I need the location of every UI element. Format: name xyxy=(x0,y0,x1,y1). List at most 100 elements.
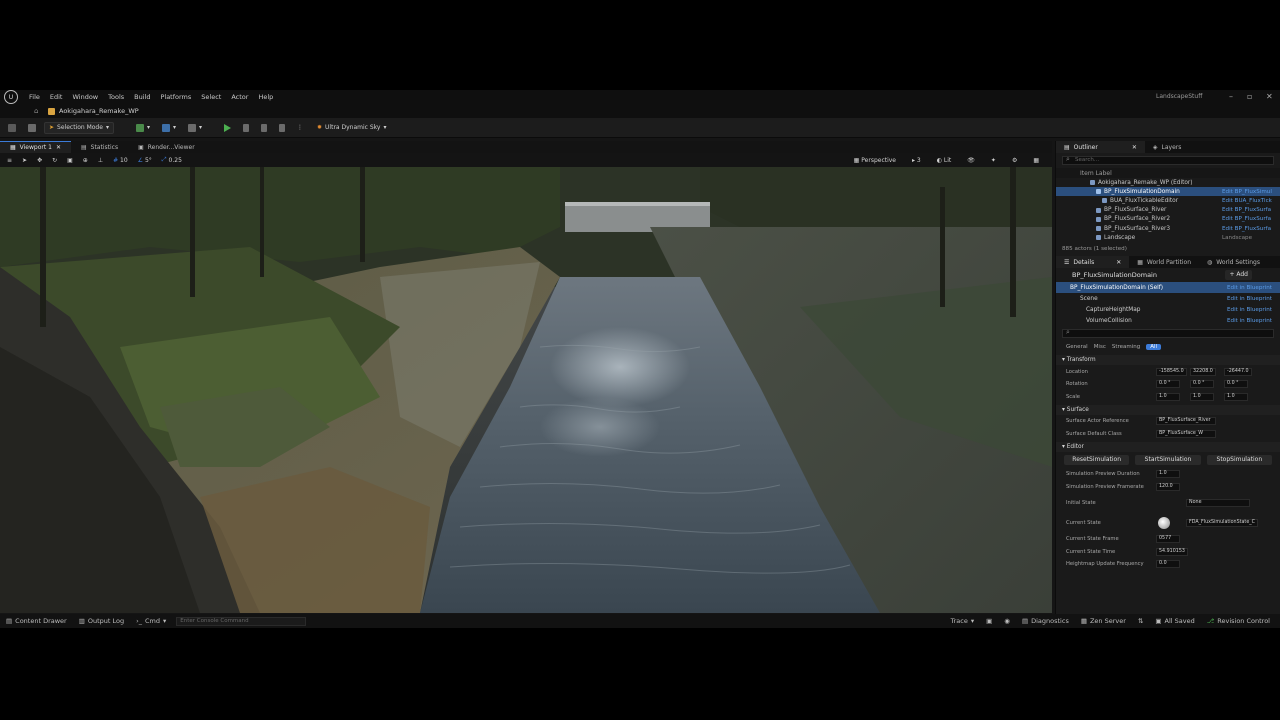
current-state-frame-field[interactable]: 0577 xyxy=(1156,535,1180,544)
world-local-icon[interactable]: ⊕ xyxy=(80,155,91,165)
unreal-logo-icon[interactable]: U xyxy=(4,90,18,104)
menu-edit[interactable]: Edit xyxy=(45,90,68,104)
outliner-row-world[interactable]: Aokigahara_Remake_WP (Editor) xyxy=(1056,178,1280,187)
cmd-dropdown[interactable]: ›_ Cmd ▾ xyxy=(130,617,172,625)
component-row[interactable]: CaptureHeightMap Edit in Blueprint xyxy=(1056,304,1280,315)
realtime-icon[interactable]: ✦ xyxy=(988,155,999,165)
show-flags-icon[interactable]: 👁 xyxy=(964,155,978,165)
location-x[interactable]: -158545.0 xyxy=(1156,367,1187,376)
menu-select[interactable]: Select xyxy=(196,90,226,104)
surface-actor-dropdown[interactable]: BP_FluxSurface_River xyxy=(1156,417,1216,426)
minimize-icon[interactable]: – xyxy=(1229,90,1233,104)
tab-layers[interactable]: ◈ Layers xyxy=(1145,141,1189,153)
details-search-input[interactable] xyxy=(1062,329,1274,339)
diagnostics-button[interactable]: ▤ Diagnostics xyxy=(1016,617,1075,625)
level-tab[interactable]: Aokigahara_Remake_WP xyxy=(48,107,139,115)
menu-build[interactable]: Build xyxy=(129,90,155,104)
menu-actor[interactable]: Actor xyxy=(226,90,253,104)
stop-simulation-button[interactable]: StopSimulation xyxy=(1206,454,1272,465)
location-y[interactable]: 32208.0 xyxy=(1190,367,1216,376)
section-editor[interactable]: ▾ Editor xyxy=(1056,441,1280,452)
filter-all[interactable]: All xyxy=(1146,344,1162,351)
filter-streaming[interactable]: Streaming xyxy=(1112,344,1140,350)
lit-dropdown[interactable]: ◐ Lit xyxy=(934,155,955,165)
blueprint-icon[interactable]: ▾ xyxy=(158,122,180,134)
tab-viewport-1[interactable]: ▦ Viewport 1 ✕ xyxy=(0,141,71,153)
all-saved-button[interactable]: ▣ All Saved xyxy=(1149,617,1200,625)
add-component-button[interactable]: + Add xyxy=(1225,270,1252,281)
close-tab-icon[interactable]: ✕ xyxy=(1132,144,1137,151)
initial-state-dropdown[interactable]: None xyxy=(1186,498,1250,507)
translate-tool-icon[interactable]: ✥ xyxy=(34,155,45,165)
menu-window[interactable]: Window xyxy=(67,90,103,104)
save-icon[interactable] xyxy=(4,122,20,134)
section-surface[interactable]: ▾ Surface xyxy=(1056,404,1280,415)
rotation-y[interactable]: 0.0 ° xyxy=(1190,380,1214,389)
maximize-icon[interactable]: ▫ xyxy=(1247,90,1252,104)
step-icon[interactable] xyxy=(239,122,253,134)
rotate-tool-icon[interactable]: ↻ xyxy=(49,155,60,165)
content-drawer-button[interactable]: ▤ Content Drawer xyxy=(0,617,73,625)
rotation-z[interactable]: 0.0 ° xyxy=(1224,380,1248,389)
close-icon[interactable]: ✕ xyxy=(1266,90,1273,104)
component-row[interactable]: Scene Edit in Blueprint xyxy=(1056,293,1280,304)
filter-misc[interactable]: Misc xyxy=(1094,344,1106,350)
home-icon[interactable]: ⌂ xyxy=(34,107,38,115)
tab-details[interactable]: ☰ Details ✕ xyxy=(1056,256,1130,269)
select-tool-icon[interactable]: ➤ xyxy=(19,155,30,165)
camera-icon[interactable]: ▣ xyxy=(980,617,998,625)
scale-tool-icon[interactable]: ▣ xyxy=(64,155,76,165)
console-command-input[interactable]: Enter Console Command xyxy=(176,616,307,626)
outliner-row-selected[interactable]: BP_FluxSimulationDomain Edit BP_FluxSimu… xyxy=(1056,187,1280,197)
component-row[interactable]: VolumeCollision Edit in Blueprint xyxy=(1056,315,1280,326)
scale-x[interactable]: 1.0 xyxy=(1156,392,1180,401)
filter-general[interactable]: General xyxy=(1066,344,1088,350)
tab-world-settings[interactable]: ◍ World Settings xyxy=(1199,256,1268,268)
tab-statistics[interactable]: ▤ Statistics xyxy=(71,141,128,153)
menu-platforms[interactable]: Platforms xyxy=(155,90,196,104)
preview-duration-field[interactable]: 1.0 xyxy=(1156,470,1180,479)
heightmap-frequency-field[interactable]: 0.0 xyxy=(1156,560,1180,569)
outliner-row[interactable]: BUA_FluxTickableEditor Edit BUA_FluxTick xyxy=(1056,196,1280,205)
outliner-row[interactable]: BP_FluxSurface_River2 Edit BP_FluxSurfa xyxy=(1056,215,1280,224)
start-simulation-button[interactable]: StartSimulation xyxy=(1135,454,1201,465)
scale-y[interactable]: 1.0 xyxy=(1190,392,1214,401)
close-tab-icon[interactable]: ✕ xyxy=(56,144,61,151)
outliner-row[interactable]: BP_FluxSurface_River Edit BP_FluxSurfa xyxy=(1056,206,1280,215)
current-state-dropdown[interactable]: FDA_FluxSimulationState_C xyxy=(1186,518,1259,527)
source-icon[interactable]: ⇅ xyxy=(1132,617,1149,625)
current-state-time-field[interactable]: 54.910153 xyxy=(1156,547,1188,556)
scale-z[interactable]: 1.0 xyxy=(1224,392,1248,401)
revision-control-button[interactable]: ⎇ Revision Control xyxy=(1201,617,1276,625)
tab-outliner[interactable]: ▤ Outliner ✕ xyxy=(1056,141,1145,153)
outliner-row[interactable]: BP_FluxSurface_River3 Edit BP_FluxSurfa xyxy=(1056,224,1280,233)
rotation-snap-value[interactable]: ∠ 5° xyxy=(135,155,155,165)
preview-framerate-field[interactable]: 120.0 xyxy=(1156,482,1180,491)
zen-server-button[interactable]: ▦ Zen Server xyxy=(1075,617,1132,625)
rotation-x[interactable]: 0.0 ° xyxy=(1156,380,1180,389)
layout-icon[interactable]: ▦ xyxy=(1030,155,1042,165)
3d-viewport[interactable] xyxy=(0,167,1052,613)
tab-world-partition[interactable]: ▦ World Partition xyxy=(1129,256,1199,268)
menu-file[interactable]: File xyxy=(24,90,45,104)
location-z[interactable]: -26447.0 xyxy=(1224,367,1252,376)
sky-dropdown[interactable]: ✹ Ultra Dynamic Sky ▾ xyxy=(313,122,391,134)
output-log-button[interactable]: ▥ Output Log xyxy=(73,617,130,625)
menu-tools[interactable]: Tools xyxy=(103,90,129,104)
close-tab-icon[interactable]: ✕ xyxy=(1116,259,1121,266)
eject-icon[interactable] xyxy=(275,122,289,134)
settings-icon[interactable]: ⚙ xyxy=(1009,155,1020,165)
viewport-menu-icon[interactable]: ≡ xyxy=(4,155,15,165)
tab-render-viewer[interactable]: ▣ Render...Viewer xyxy=(128,141,205,153)
surface-class-dropdown[interactable]: BP_FluxSurface_W xyxy=(1156,429,1216,438)
camera-speed[interactable]: ▸ 3 xyxy=(909,155,924,165)
trace-button[interactable]: Trace ▾ xyxy=(945,617,981,625)
menu-help[interactable]: Help xyxy=(253,90,278,104)
component-row-self[interactable]: BP_FluxSimulationDomain (Self) Edit in B… xyxy=(1056,282,1280,294)
section-transform[interactable]: ▾ Transform xyxy=(1056,355,1280,366)
reset-simulation-button[interactable]: ResetSimulation xyxy=(1064,454,1130,465)
selection-mode-dropdown[interactable]: ➤ Selection Mode ▾ xyxy=(44,121,114,134)
cinematics-icon[interactable]: ▾ xyxy=(184,122,206,134)
scale-snap-value[interactable]: ⤢ 0.25 xyxy=(159,155,185,165)
add-content-icon[interactable]: ▾ xyxy=(132,122,154,134)
